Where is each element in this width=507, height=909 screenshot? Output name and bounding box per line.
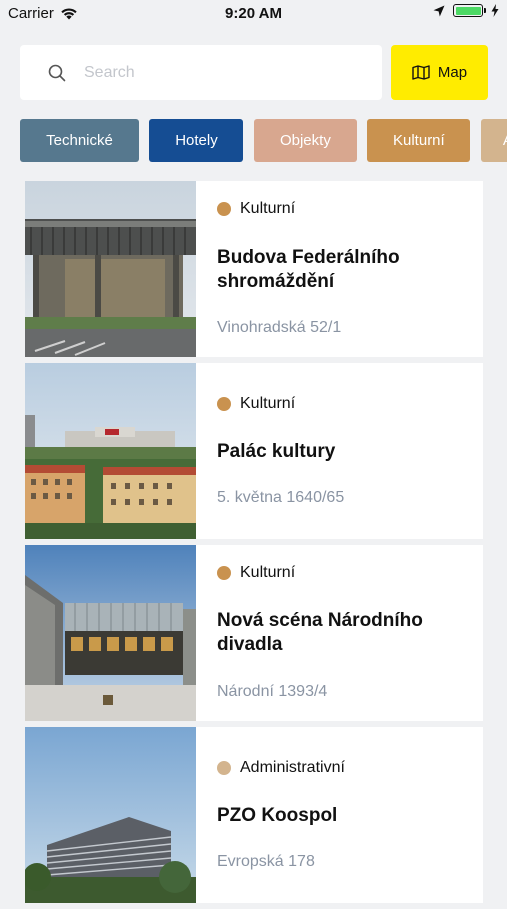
place-photo: [25, 181, 196, 357]
search-bar[interactable]: [20, 45, 382, 100]
place-photo: [25, 363, 196, 539]
status-time: 9:20 AM: [225, 5, 282, 22]
place-title: Budova Federálního shromáždění: [217, 247, 400, 292]
place-address: Evropská 178: [217, 853, 315, 870]
category-chip-label: Hotely: [175, 132, 218, 149]
map-button[interactable]: Map: [391, 45, 488, 100]
place-title: Nová scéna Národního divadla: [217, 610, 423, 655]
place-category-label: Administrativní: [240, 759, 345, 776]
category-chip-label: Objekty: [279, 132, 331, 149]
place-category: Kulturní: [217, 200, 295, 218]
places-list: Kulturní Budova Federálního shromáždění …: [25, 181, 483, 909]
category-dot: [217, 397, 231, 411]
category-filter-bar: Technické Hotely Objekty Kulturní Ad: [20, 119, 507, 162]
search-icon: [48, 64, 66, 81]
place-title: PZO Koospol: [217, 805, 338, 826]
place-card[interactable]: Administrativní PZO Koospol Evropská 178: [25, 727, 483, 903]
search-input[interactable]: [82, 62, 336, 83]
location-arrow-icon: [433, 5, 445, 16]
category-dot: [217, 202, 231, 216]
place-category: Kulturní: [217, 564, 295, 582]
place-card[interactable]: Kulturní Nová scéna Národního divadla Ná…: [25, 545, 483, 721]
status-bar: Carrier 9:20 AM: [0, 0, 507, 28]
battery-icon: [453, 4, 486, 17]
place-category-label: Kulturní: [240, 200, 296, 217]
place-category-label: Kulturní: [240, 564, 296, 581]
category-chip-hotely[interactable]: Hotely: [149, 119, 244, 162]
category-chip-administrativni[interactable]: Ad: [480, 119, 507, 162]
place-address: 5. května 1640/65: [217, 489, 345, 506]
category-chip-label: Technické: [46, 132, 113, 149]
place-address: Národní 1393/4: [217, 683, 328, 700]
place-title: Palác kultury: [217, 441, 336, 462]
map-button-label: Map: [437, 64, 468, 81]
charging-bolt-icon: [491, 4, 499, 17]
map-icon: [412, 65, 430, 80]
category-dot: [217, 566, 231, 580]
category-chip-label: Kulturní: [393, 132, 445, 149]
category-chip-kulturni[interactable]: Kulturní: [367, 119, 471, 162]
category-dot: [217, 761, 231, 775]
place-category-label: Kulturní: [240, 395, 296, 412]
category-chip-objekty[interactable]: Objekty: [253, 119, 357, 162]
place-category: Administrativní: [217, 759, 345, 777]
place-address: Vinohradská 52/1: [217, 319, 342, 336]
category-chip-technicke[interactable]: Technické: [20, 119, 139, 162]
place-card[interactable]: Kulturní Palác kultury 5. května 1640/65: [25, 363, 483, 539]
category-chip-label: Ad: [503, 132, 507, 149]
place-category: Kulturní: [217, 395, 295, 413]
place-photo: [25, 727, 196, 903]
place-photo: [25, 545, 196, 721]
place-card[interactable]: Kulturní Budova Federálního shromáždění …: [25, 181, 483, 357]
